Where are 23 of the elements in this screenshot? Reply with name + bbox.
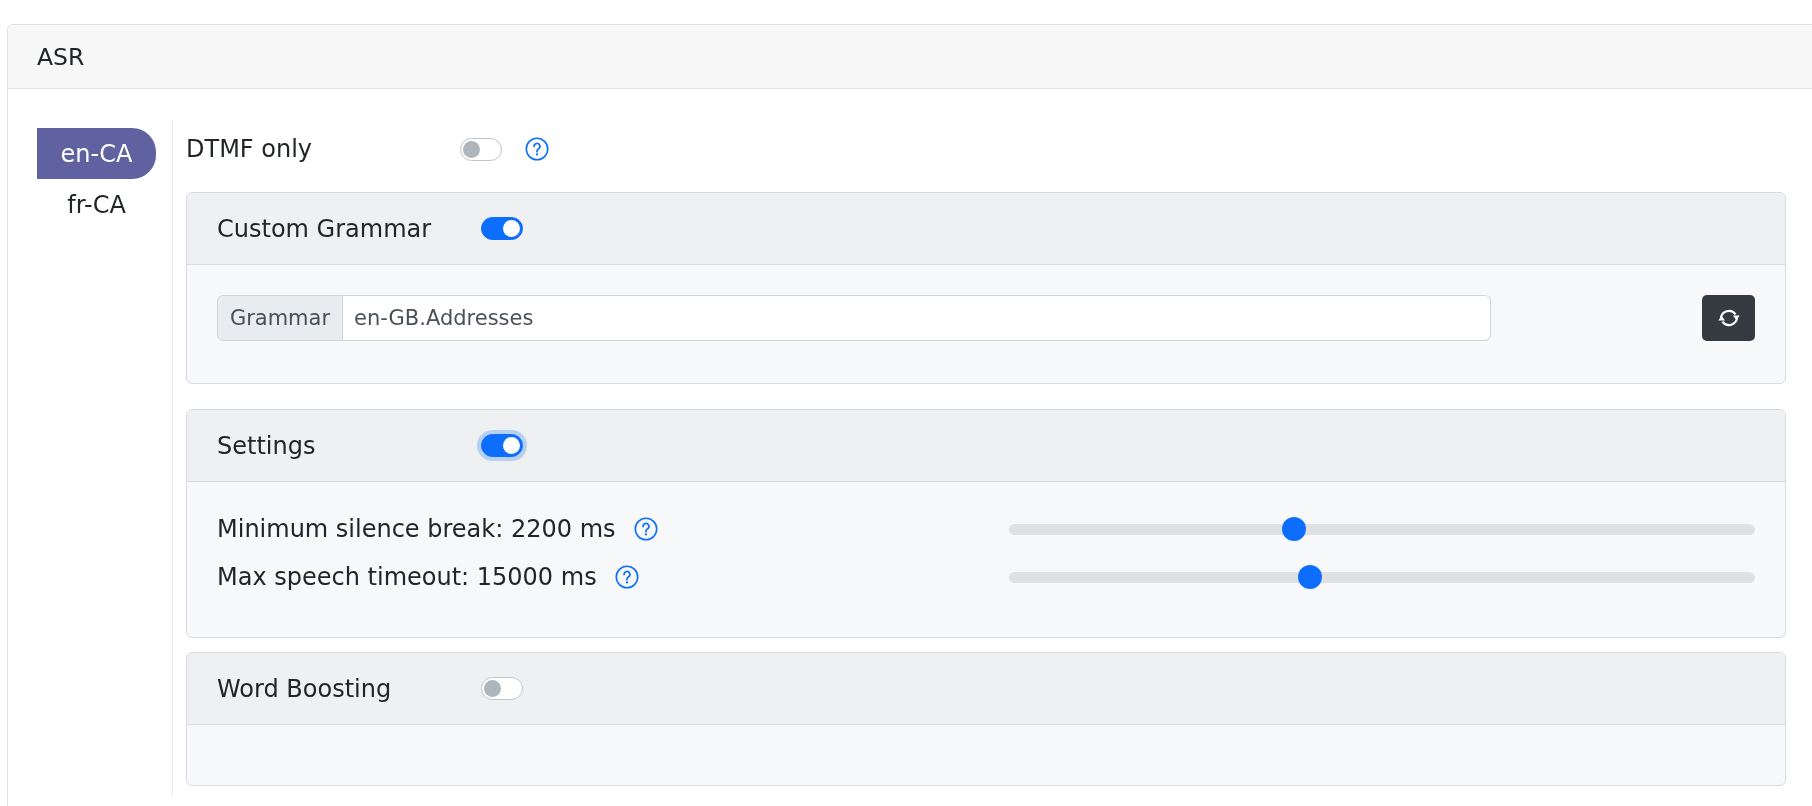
refresh-button[interactable] bbox=[1702, 295, 1755, 341]
section-title: Custom Grammar bbox=[217, 214, 433, 243]
section-title: Settings bbox=[217, 431, 317, 460]
language-tab[interactable]: fr-CA bbox=[37, 179, 156, 230]
toggle-switch[interactable] bbox=[481, 677, 523, 700]
help-icon[interactable] bbox=[614, 565, 639, 589]
section-title: Word Boosting bbox=[217, 674, 393, 703]
slider-thumb[interactable] bbox=[1297, 565, 1322, 589]
help-icon[interactable] bbox=[633, 517, 658, 541]
panel-title: ASR bbox=[37, 42, 85, 71]
slider-track[interactable] bbox=[1009, 517, 1755, 541]
toggle-switch[interactable] bbox=[460, 137, 502, 161]
input-group-label: Grammar bbox=[217, 295, 343, 341]
slider-thumb[interactable] bbox=[1281, 517, 1306, 541]
help-icon[interactable] bbox=[525, 137, 549, 161]
setting-label: Max speech timeout: 15000 ms bbox=[217, 563, 597, 591]
setting-label: Minimum silence break: 2200 ms bbox=[217, 515, 616, 543]
slider-track[interactable] bbox=[1009, 565, 1755, 589]
grammar-input[interactable]: en-GB.Addresses bbox=[343, 295, 1491, 341]
toggle-switch[interactable] bbox=[477, 430, 527, 461]
language-tab[interactable]: en-CA bbox=[37, 128, 156, 179]
dtmf-label: DTMF only bbox=[186, 135, 314, 163]
toggle-switch[interactable] bbox=[481, 217, 523, 240]
